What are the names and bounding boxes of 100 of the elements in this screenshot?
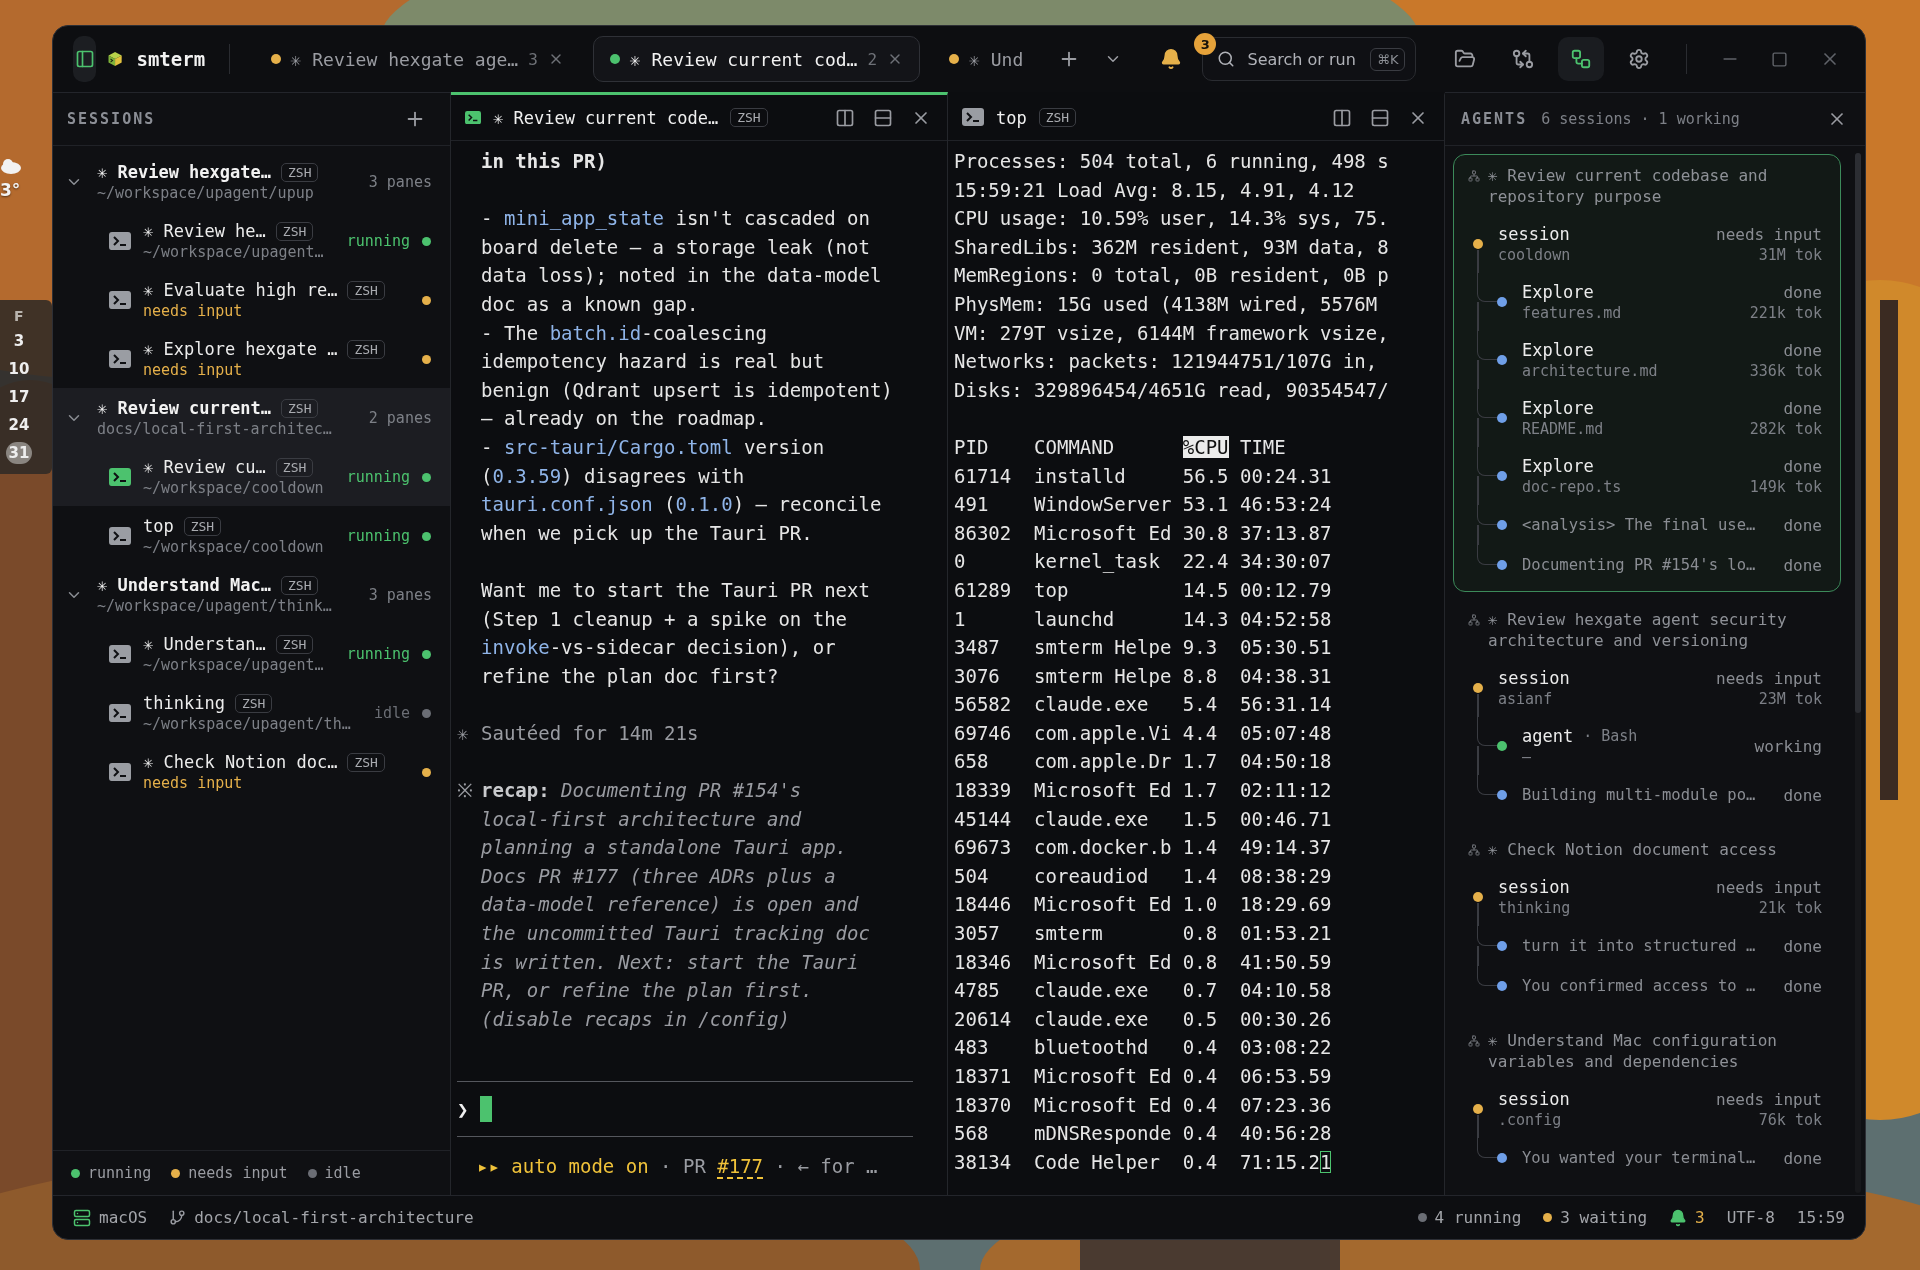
table-cell-text: 18446 <box>954 892 1013 918</box>
split-horizontal-icon[interactable] <box>873 107 893 128</box>
agent-detail: thinking <box>1498 899 1572 917</box>
bell-icon[interactable] <box>1669 1208 1687 1227</box>
table-cell-text: 56:31.14 <box>1239 692 1332 718</box>
pane-path: ~/workspace/cooldown <box>143 479 325 497</box>
terminal-pane[interactable] <box>451 92 948 1195</box>
agent-group-card[interactable]: ✳ Understand Mac configuration variables and dependencies session .config needs input 76k tok You wanted your terminal… done <box>1453 1019 1841 1185</box>
table-cell-text: 37:13.87 <box>1239 520 1332 546</box>
scrollbar[interactable] <box>1855 153 1861 1193</box>
pane-item[interactable]: top ZSH ~/workspace/cooldown running <box>53 506 450 565</box>
pane-item[interactable]: ✳ Understan… ZSH ~/workspace/upagent… running <box>53 624 450 683</box>
table-cell-text: 14.5 <box>1182 577 1230 603</box>
table-cell-text: 69673 <box>954 835 1013 861</box>
table-cell-text: 1.4 <box>1182 863 1219 889</box>
shell-badge: ZSH <box>275 634 314 654</box>
table-cell-text: 05:30.51 <box>1239 635 1332 661</box>
column-header: PID <box>954 435 989 458</box>
output-line: when we pick up the Tauri PR. <box>481 520 814 546</box>
output-line: invoke-vs-sidecar decision), or <box>481 635 837 661</box>
search-icon[interactable] <box>1217 50 1236 68</box>
output-line: SharedLibs: 362M resident, 93M data, 8 <box>954 234 1390 260</box>
terminal-icon <box>109 291 131 309</box>
pr-link[interactable]: #177 <box>717 1154 764 1177</box>
agents-button[interactable] <box>1558 37 1605 81</box>
pane-item[interactable]: ✳ Check Notion doc… ZSH needs input <box>53 742 450 801</box>
agent-group-card[interactable] <box>1453 154 1841 592</box>
terminal-icon <box>109 468 131 486</box>
group-title: ✳ Review current codebase and repository purpose <box>1488 165 1769 207</box>
session-group-header[interactable]: ✳ Understand Mac… ZSH ~/workspace/upagent/think… 3 panes <box>53 565 450 624</box>
sidebar-icon[interactable] <box>74 49 95 69</box>
table-cell-text: 00:30.26 <box>1239 1006 1332 1032</box>
folder-icon[interactable] <box>1454 48 1477 70</box>
compare-icon[interactable] <box>1512 48 1535 70</box>
pane-item[interactable]: ✳ Review he… ZSH ~/workspace/upagent… running <box>53 211 450 270</box>
table-cell-text: 18346 <box>954 949 1013 975</box>
table-cell-text: 41:50.59 <box>1239 949 1332 975</box>
table-cell-text: mDNSResponde <box>1034 1121 1173 1147</box>
sidebar-toggle[interactable] <box>73 36 97 82</box>
table-cell-text: 18371 <box>954 1064 1013 1089</box>
calendar-date[interactable]: 3 <box>6 330 32 352</box>
table-cell-text: 08:38:29 <box>1239 863 1332 889</box>
agent-name: Explore <box>1522 282 1594 302</box>
session-path: ~/workspace/upagent/think… <box>97 597 333 615</box>
table-cell-text: smterm Helpe <box>1034 635 1173 661</box>
table-cell-text: 86302 <box>954 520 1013 546</box>
session-tab[interactable]: ✳ Review hexgate age… 3 <box>253 36 581 82</box>
table-cell-text: 0.5 <box>1182 1006 1219 1032</box>
terminal-pane[interactable] <box>948 92 1445 1195</box>
table-cell-text: com.apple.Dr <box>1034 749 1173 775</box>
agent-status: needs input <box>1716 1089 1822 1109</box>
session-tab[interactable]: ✳ Und <box>932 36 1041 82</box>
output-line: Networks: packets: 121944751/107G in, <box>954 349 1379 375</box>
output-line: idempotency hazard is real but <box>481 349 826 375</box>
session-tab[interactable]: ✳ Review current cod… 2 <box>592 36 921 82</box>
legend-label: needs input <box>188 1164 288 1182</box>
table-cell-text: 3057 <box>954 921 1001 947</box>
calendar-date[interactable]: 10 <box>6 358 32 380</box>
pane-status: needs input <box>143 302 244 320</box>
table-cell-text: 1.7 <box>1182 749 1219 775</box>
session-group-header[interactable]: ✳ Review current… ZSH docs/local-first-architec… 2 panes <box>53 388 450 447</box>
table-cell-text: Microsoft Ed <box>1034 949 1173 975</box>
split-horizontal-icon[interactable] <box>1370 107 1390 128</box>
split-vertical-icon[interactable] <box>835 107 855 128</box>
pane-item[interactable]: ✳ Explore hexgate … ZSH needs input <box>53 329 450 388</box>
table-cell-text: coreaudiod <box>1034 863 1150 889</box>
session-name: session <box>1498 1089 1570 1109</box>
agent-message: turn it into structured … <box>1522 937 1757 955</box>
pane-title: top <box>996 107 1027 128</box>
bell-icon[interactable] <box>1160 48 1183 70</box>
agents-icon[interactable] <box>1570 48 1593 70</box>
table-cell-text: 4.4 <box>1182 720 1219 746</box>
agent-group-card[interactable]: ✳ Check Notion document access session thinking needs input 21k tok turn it into structured … done You confirmed access to … done <box>1453 828 1841 1013</box>
agent-group-card[interactable]: ✳ Review hexgate agent security architecture and versioning session asianf needs input 23M tok agent · Bash – working Building multi-module po… done <box>1453 598 1841 822</box>
table-cell-text: 1 <box>954 606 967 632</box>
pane-item[interactable]: ✳ Evaluate high re… ZSH needs input <box>53 270 450 329</box>
calendar-date[interactable]: 17 <box>6 386 32 408</box>
split-vertical-icon[interactable] <box>1332 107 1352 128</box>
table-cell-text: 18339 <box>954 778 1013 804</box>
settings-icon[interactable] <box>1628 48 1651 70</box>
table-cell-text: 00:24.31 <box>1239 463 1332 489</box>
status-count: 4 running <box>1434 1208 1522 1227</box>
table-cell-text: 49:14.37 <box>1239 835 1332 861</box>
sidebar-title: SESSIONS <box>67 110 156 128</box>
table-cell-text: 1.0 <box>1182 892 1219 918</box>
output-line: doc as a known gap. <box>481 291 700 317</box>
search-input[interactable]: Search or run <box>1245 48 1360 70</box>
session-group-header[interactable]: ✳ Review hexgate… ZSH ~/workspace/upagent/upup 3 panes <box>53 152 450 211</box>
output-line: PhysMem: 15G used (4138M wired, 5576M <box>954 291 1379 317</box>
table-cell-text: 0.4 <box>1182 1121 1219 1147</box>
calendar-date[interactable]: 24 <box>6 414 32 436</box>
pane-title: ✳ Review cu… <box>143 457 266 477</box>
table-cell-text: 30.8 <box>1182 520 1230 546</box>
pane-item[interactable]: thinking ZSH ~/workspace/upagent/th… idle <box>53 683 450 742</box>
output-line: - The batch.id-coalescing <box>481 320 768 346</box>
maximize-icon[interactable] <box>1771 50 1789 68</box>
pane-title: top <box>143 516 174 536</box>
pane-count: 3 panes <box>368 586 432 604</box>
pane-item[interactable]: ✳ Review cu… ZSH ~/workspace/cooldown running <box>53 447 450 506</box>
agent-status: done <box>1783 785 1822 805</box>
